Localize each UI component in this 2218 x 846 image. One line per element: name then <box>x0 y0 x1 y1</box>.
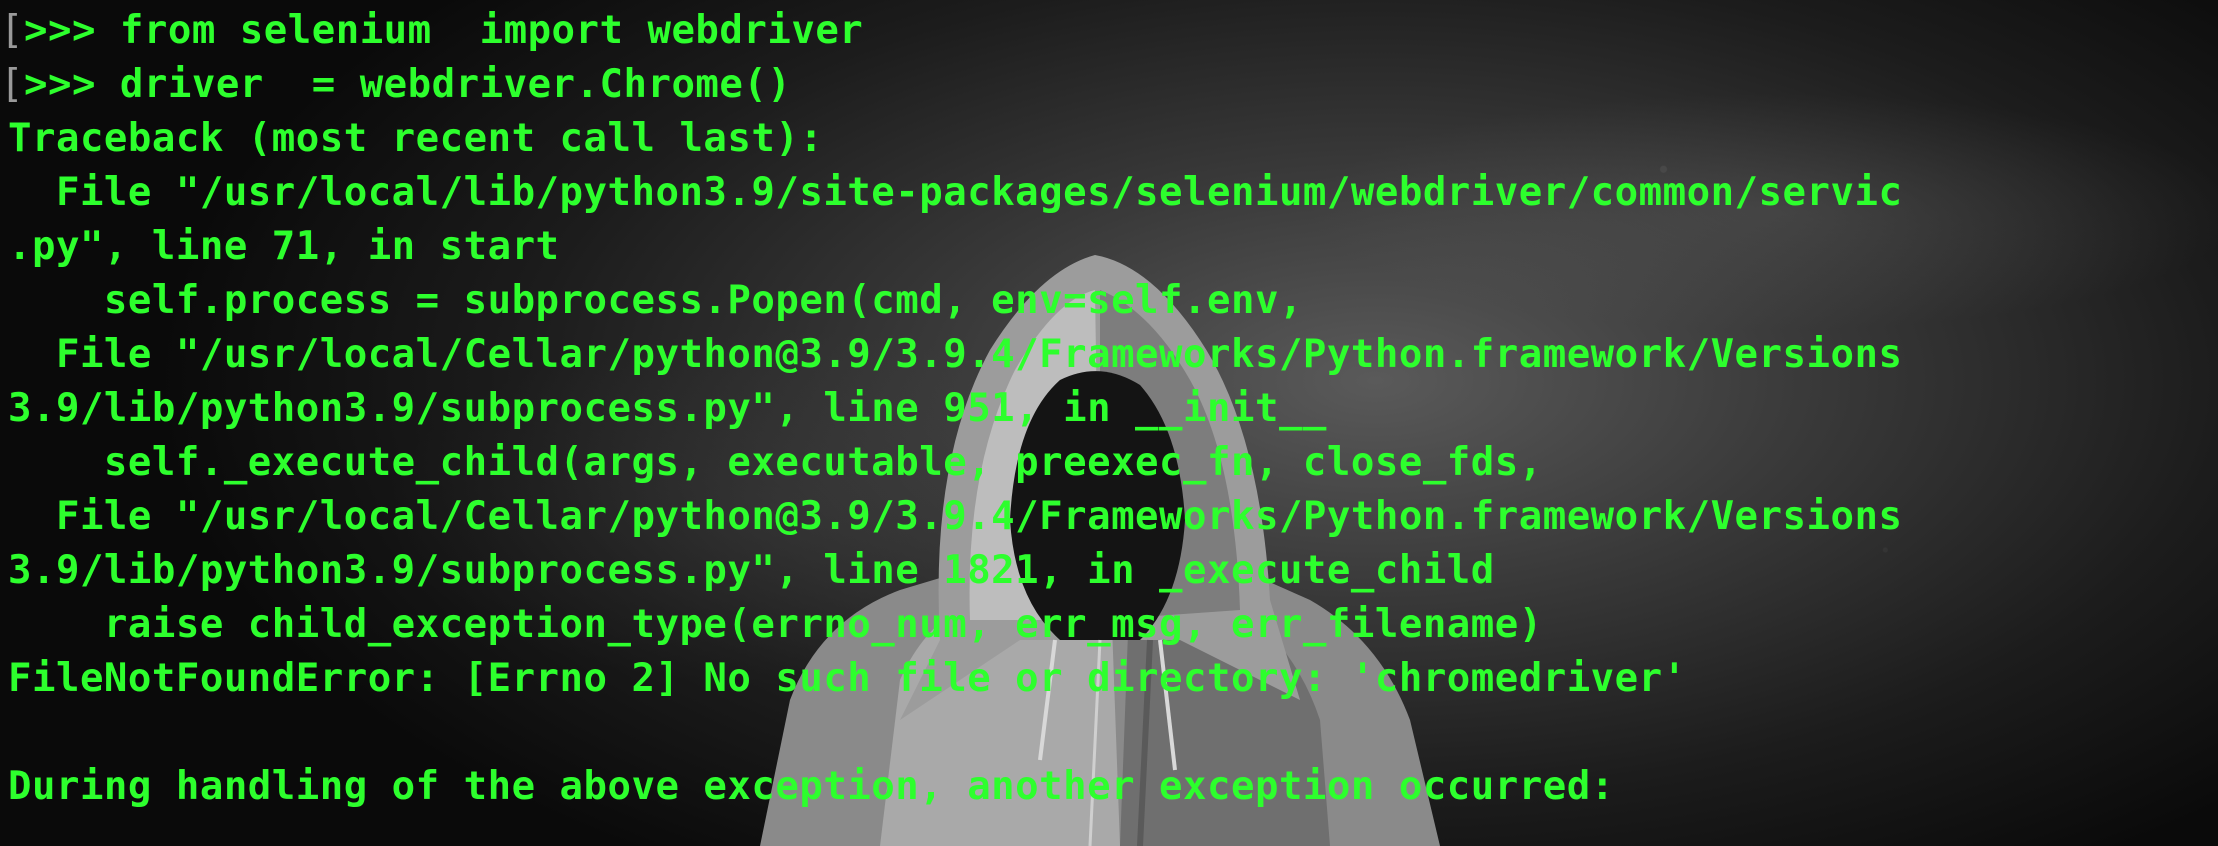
terminal-output: [>>> from selenium import webdriver [>>>… <box>0 0 2218 846</box>
traceback-file-line: File "/usr/local/lib/python3.9/site-pack… <box>8 170 1903 215</box>
terminal-line: [>>> driver = webdriver.Chrome() <box>8 58 2218 112</box>
traceback-code-line: self._execute_child(args, executable, pr… <box>8 440 1543 485</box>
command-text: >>> from selenium import webdriver <box>23 8 864 53</box>
traceback-file-line: .py", line 71, in start <box>8 224 560 269</box>
prompt-marker: [ <box>8 62 24 107</box>
traceback-code-line: self.process = subprocess.Popen(cmd, env… <box>8 278 1303 323</box>
traceback-header: Traceback (most recent call last): <box>8 116 824 161</box>
traceback-file-line: File "/usr/local/Cellar/python@3.9/3.9.4… <box>8 332 1903 377</box>
terminal-window[interactable]: [>>> from selenium import webdriver [>>>… <box>0 0 2218 846</box>
command-text: >>> driver = webdriver.Chrome() <box>23 62 792 107</box>
traceback-file-line: 3.9/lib/python3.9/subprocess.py", line 1… <box>8 548 1495 593</box>
error-message: FileNotFoundError: [Errno 2] No such fil… <box>8 656 1687 701</box>
exception-chain-message: During handling of the above exception, … <box>8 764 1615 809</box>
terminal-line: [>>> from selenium import webdriver <box>8 4 2218 58</box>
prompt-marker: [ <box>8 8 24 53</box>
traceback-file-line: 3.9/lib/python3.9/subprocess.py", line 9… <box>8 386 1327 431</box>
traceback-code-line: raise child_exception_type(errno_num, er… <box>8 602 1543 647</box>
traceback-file-line: File "/usr/local/Cellar/python@3.9/3.9.4… <box>8 494 1903 539</box>
